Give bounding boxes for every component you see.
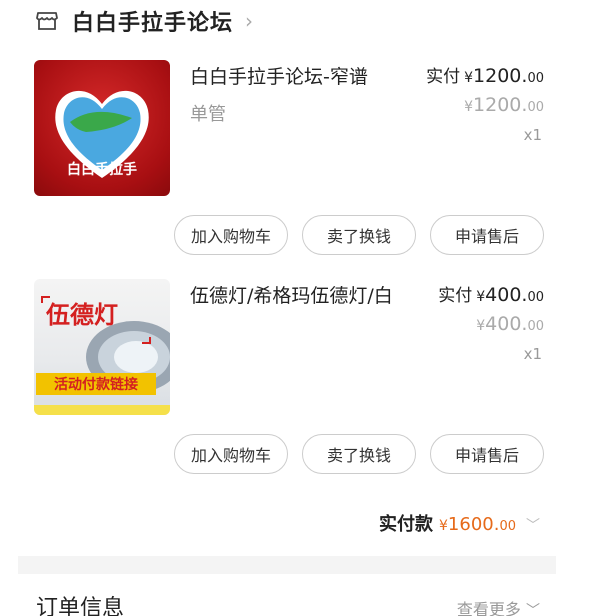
thumb-title: 伍德灯 (46, 301, 118, 329)
chevron-down-icon: ﹀ (526, 518, 540, 534)
product-thumbnail[interactable]: 白白手拉手 (34, 60, 170, 196)
store-icon (36, 12, 58, 30)
total-amount-dec: 00 (499, 519, 516, 534)
original-amount-dec: 00 (527, 319, 544, 334)
item-actions: 加入购物车 卖了换钱 申请售后 (174, 215, 544, 255)
paid-amount-dec: 00 (527, 71, 544, 86)
thumb-caption: 白白手拉手 (67, 161, 137, 178)
order-item[interactable]: 白白手拉手 白白手拉手论坛-窄谱 单管 实付 ¥1200.00 ¥1200.00 … (34, 60, 544, 260)
chevron-down-icon: ﹀ (526, 603, 540, 616)
paid-label: 实付 (438, 286, 473, 306)
store-name: 白白手拉手论坛 (72, 11, 234, 36)
section-divider (18, 556, 556, 574)
product-thumbnail[interactable]: 伍德灯 活动付款链接 (34, 279, 170, 415)
view-more-label: 查看更多 (456, 600, 521, 616)
order-info-title: 订单信息 (36, 596, 125, 616)
product-spec: 单管 (190, 104, 226, 125)
after-sales-button[interactable]: 申请售后 (430, 215, 544, 255)
resell-button[interactable]: 卖了换钱 (302, 215, 416, 255)
item-actions: 加入购物车 卖了换钱 申请售后 (174, 434, 544, 474)
paid-price: 实付 ¥1200.00 (426, 62, 544, 87)
currency-symbol: ¥ (476, 289, 486, 305)
resell-button[interactable]: 卖了换钱 (302, 434, 416, 474)
heart-logo-icon: 白白手拉手 (55, 90, 149, 178)
chevron-right-icon: › (245, 9, 254, 33)
currency-symbol: ¥ (476, 318, 486, 334)
currency-symbol: ¥ (464, 70, 474, 86)
original-price: ¥1200.00 (464, 94, 544, 116)
quantity: x1 (523, 345, 542, 363)
paid-label: 实付 (426, 67, 461, 87)
product-title[interactable]: 伍德灯/希格玛伍德灯/白 (190, 281, 393, 308)
add-to-cart-button[interactable]: 加入购物车 (174, 434, 288, 474)
paid-price: 实付 ¥400.00 (432, 281, 544, 306)
paid-amount-int: 1200. (473, 65, 528, 87)
paid-amount-dec: 00 (527, 290, 544, 305)
order-item[interactable]: 伍德灯 活动付款链接 伍德灯/希格玛伍德灯/白 实付 ¥400.00 ¥400.0… (34, 279, 544, 479)
add-to-cart-button[interactable]: 加入购物车 (174, 215, 288, 255)
original-amount-int: 1200. (473, 94, 528, 116)
after-sales-button[interactable]: 申请售后 (430, 434, 544, 474)
original-price: ¥400.00 (476, 313, 544, 335)
store-header[interactable]: 白白手拉手论坛 › (36, 6, 253, 36)
total-amount-int: 1600. (447, 514, 500, 535)
currency-symbol: ¥ (464, 99, 474, 115)
view-more-link[interactable]: 查看更多 ﹀ (457, 596, 540, 616)
total-label: 实付款 (379, 514, 433, 535)
order-total[interactable]: 实付款 ¥1600. 00 ﹀ (379, 510, 540, 536)
paid-amount-int: 400. (485, 284, 528, 306)
original-amount-int: 400. (485, 313, 528, 335)
product-title[interactable]: 白白手拉手论坛-窄谱 (190, 62, 368, 89)
original-amount-dec: 00 (527, 100, 544, 115)
currency-symbol: ¥ (439, 518, 448, 534)
quantity: x1 (523, 126, 542, 144)
thumb-subtitle: 活动付款链接 (54, 376, 138, 393)
lamp-product-icon: 伍德灯 活动付款链接 (34, 296, 170, 415)
